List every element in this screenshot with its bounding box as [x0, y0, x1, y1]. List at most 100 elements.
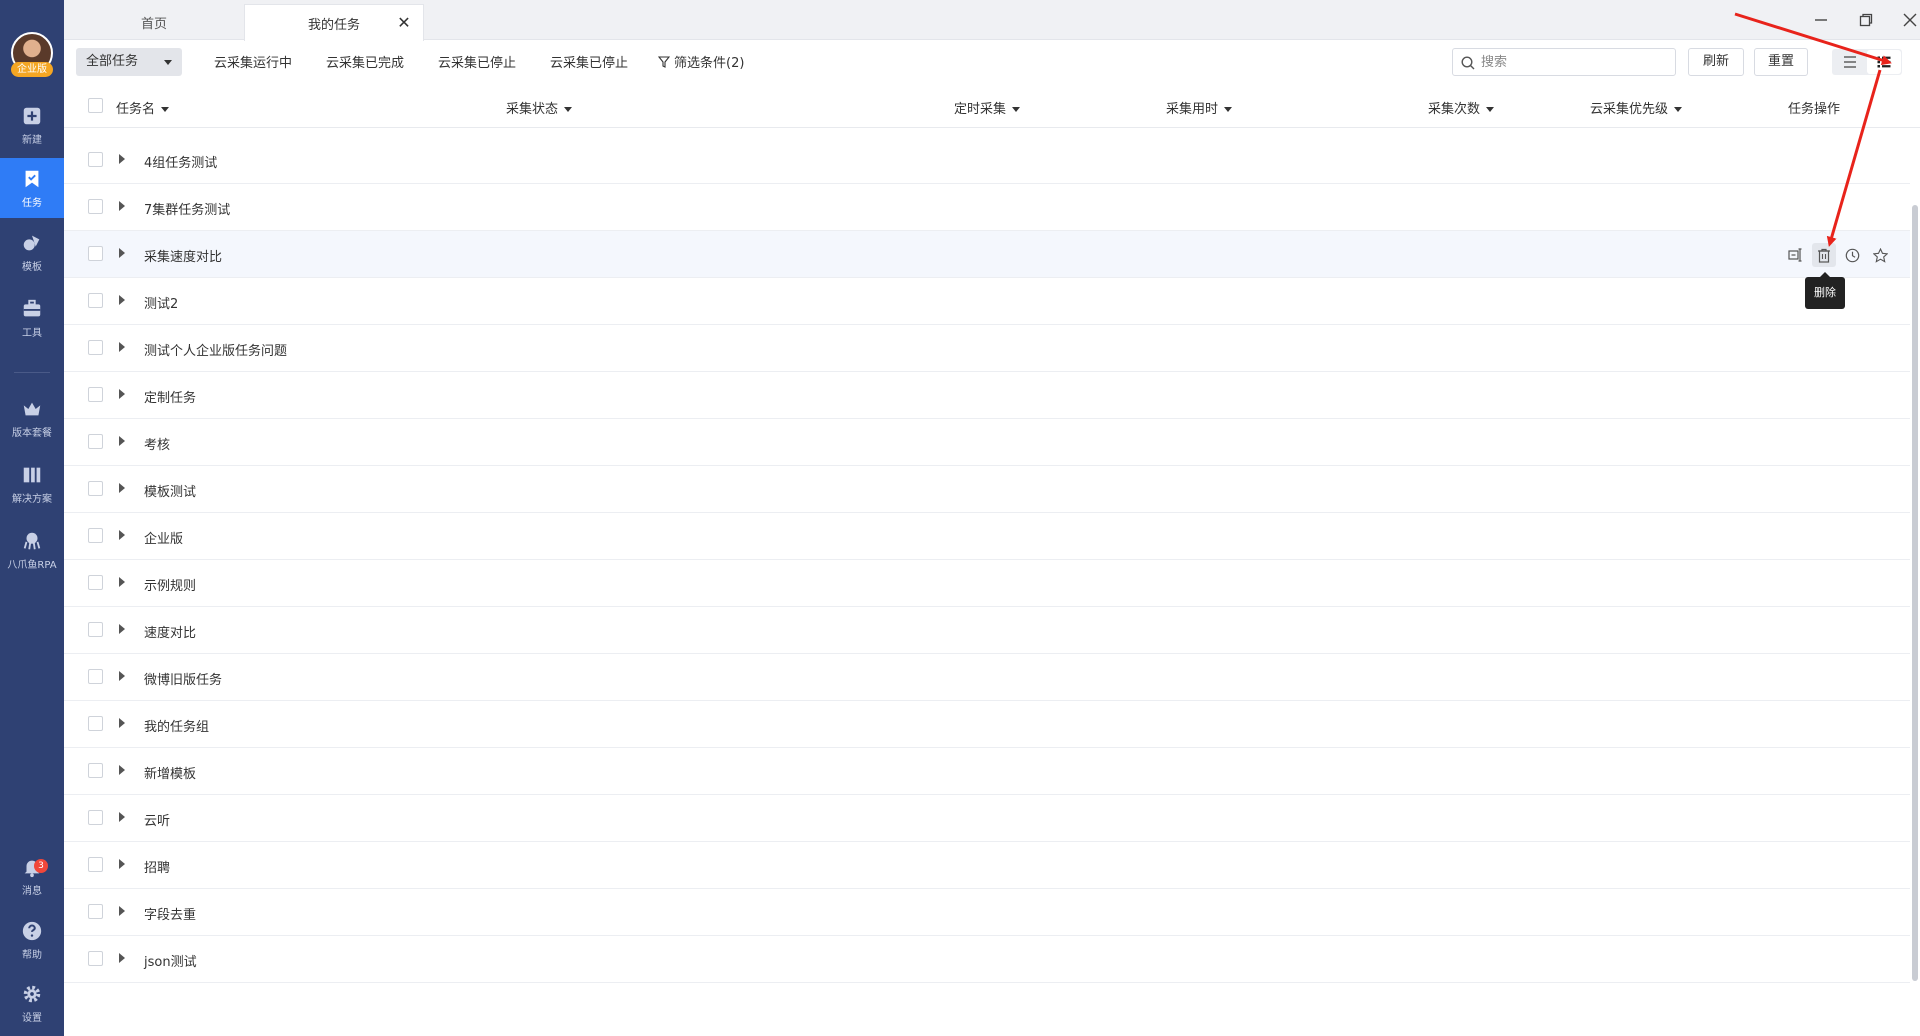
- row-checkbox[interactable]: [88, 199, 103, 214]
- row-checkbox[interactable]: [88, 763, 103, 778]
- column-header-status[interactable]: 采集状态: [506, 98, 573, 117]
- expand-icon[interactable]: [119, 577, 125, 587]
- expand-icon[interactable]: [119, 201, 125, 211]
- sidebar-item-tasks[interactable]: 任务: [0, 158, 64, 218]
- filter-conditions-button[interactable]: 筛选条件(2): [657, 52, 744, 71]
- expand-icon[interactable]: [119, 248, 125, 258]
- expand-icon[interactable]: [119, 906, 125, 916]
- star-icon[interactable]: [1868, 243, 1892, 267]
- row-checkbox[interactable]: [88, 575, 103, 590]
- task-name[interactable]: 模板测试: [144, 481, 196, 500]
- row-checkbox[interactable]: [88, 246, 103, 261]
- expand-icon[interactable]: [119, 765, 125, 775]
- table-row[interactable]: 我的任务组: [64, 701, 1910, 748]
- expand-icon[interactable]: [119, 295, 125, 305]
- row-checkbox[interactable]: [88, 904, 103, 919]
- expand-icon[interactable]: [119, 718, 125, 728]
- expand-icon[interactable]: [119, 483, 125, 493]
- window-close-icon[interactable]: [1898, 8, 1920, 32]
- sidebar-item-new[interactable]: 新建: [0, 95, 64, 155]
- row-checkbox[interactable]: [88, 152, 103, 167]
- task-name[interactable]: 考核: [144, 434, 170, 453]
- table-row[interactable]: 4组任务测试: [64, 137, 1910, 184]
- expand-icon[interactable]: [119, 530, 125, 540]
- sidebar-item-messages[interactable]: 消息: [0, 846, 64, 906]
- task-name[interactable]: 测试个人企业版任务问题: [144, 340, 287, 359]
- table-row[interactable]: 考核: [64, 419, 1910, 466]
- task-name[interactable]: 采集速度对比: [144, 246, 222, 265]
- list-view-icon[interactable]: [1833, 50, 1867, 74]
- table-row[interactable]: 7集群任务测试: [64, 184, 1910, 231]
- minimize-icon[interactable]: [1809, 8, 1833, 32]
- table-row[interactable]: 采集速度对比: [64, 231, 1910, 278]
- row-checkbox[interactable]: [88, 716, 103, 731]
- table-row[interactable]: 新增模板: [64, 748, 1910, 795]
- expand-icon[interactable]: [119, 953, 125, 963]
- column-header-count[interactable]: 采集次数: [1428, 98, 1495, 117]
- tab-home[interactable]: 首页: [64, 4, 244, 40]
- task-name[interactable]: 示例规则: [144, 575, 196, 594]
- row-checkbox[interactable]: [88, 857, 103, 872]
- task-filter-select[interactable]: 全部任务: [76, 48, 182, 76]
- task-name[interactable]: 云听: [144, 810, 170, 829]
- search-input[interactable]: [1481, 52, 1667, 72]
- row-checkbox[interactable]: [88, 481, 103, 496]
- task-name[interactable]: 7集群任务测试: [144, 199, 230, 218]
- filter-cloud-running[interactable]: 云采集运行中: [214, 52, 292, 71]
- sidebar-item-help[interactable]: 帮助: [0, 910, 64, 970]
- task-name[interactable]: 4组任务测试: [144, 152, 217, 171]
- sidebar-item-solutions[interactable]: 解决方案: [0, 454, 64, 514]
- expand-icon[interactable]: [119, 389, 125, 399]
- task-name[interactable]: json测试: [144, 951, 197, 970]
- task-name[interactable]: 企业版: [144, 528, 183, 547]
- row-checkbox[interactable]: [88, 528, 103, 543]
- filter-cloud-completed[interactable]: 云采集已完成: [326, 52, 404, 71]
- task-name[interactable]: 速度对比: [144, 622, 196, 641]
- filter-cloud-stopped-2[interactable]: 云采集已停止: [550, 52, 628, 71]
- task-name[interactable]: 新增模板: [144, 763, 196, 782]
- column-header-duration[interactable]: 采集用时: [1166, 98, 1233, 117]
- row-checkbox[interactable]: [88, 340, 103, 355]
- row-checkbox[interactable]: [88, 951, 103, 966]
- expand-icon[interactable]: [119, 436, 125, 446]
- row-checkbox[interactable]: [88, 810, 103, 825]
- task-name[interactable]: 测试2: [144, 293, 178, 312]
- sidebar-item-rpa[interactable]: 八爪鱼RPA: [0, 520, 64, 580]
- table-row[interactable]: 定制任务: [64, 372, 1910, 419]
- vertical-scrollbar[interactable]: [1912, 205, 1918, 981]
- column-header-schedule[interactable]: 定时采集: [954, 98, 1021, 117]
- reset-button[interactable]: 重置: [1754, 48, 1808, 76]
- table-row[interactable]: 测试2: [64, 278, 1910, 325]
- sidebar-item-templates[interactable]: 模板: [0, 222, 64, 282]
- expand-icon[interactable]: [119, 671, 125, 681]
- rename-icon[interactable]: [1784, 243, 1808, 267]
- row-checkbox[interactable]: [88, 434, 103, 449]
- table-row[interactable]: 示例规则: [64, 560, 1910, 607]
- restore-icon[interactable]: [1854, 8, 1878, 32]
- table-row[interactable]: 微博旧版任务: [64, 654, 1910, 701]
- table-row[interactable]: 测试个人企业版任务问题: [64, 325, 1910, 372]
- task-name[interactable]: 微博旧版任务: [144, 669, 222, 688]
- row-checkbox[interactable]: [88, 622, 103, 637]
- expand-icon[interactable]: [119, 859, 125, 869]
- table-row[interactable]: json测试: [64, 936, 1910, 983]
- filter-cloud-stopped[interactable]: 云采集已停止: [438, 52, 516, 71]
- select-all-checkbox[interactable]: [88, 98, 103, 113]
- table-row[interactable]: 字段去重: [64, 889, 1910, 936]
- task-name[interactable]: 定制任务: [144, 387, 196, 406]
- sidebar-item-tools[interactable]: 工具: [0, 288, 64, 348]
- close-icon[interactable]: ✕: [397, 15, 411, 31]
- column-header-priority[interactable]: 云采集优先级: [1590, 98, 1683, 117]
- task-name[interactable]: 字段去重: [144, 904, 196, 923]
- column-header-name[interactable]: 任务名: [116, 98, 170, 117]
- table-row[interactable]: 速度对比: [64, 607, 1910, 654]
- search-box[interactable]: [1452, 48, 1676, 76]
- group-view-icon[interactable]: [1867, 50, 1901, 74]
- table-row[interactable]: 云听: [64, 795, 1910, 842]
- tab-my-tasks[interactable]: 我的任务 ✕: [244, 4, 424, 41]
- table-row[interactable]: 企业版: [64, 513, 1910, 560]
- clock-icon[interactable]: [1840, 243, 1864, 267]
- expand-icon[interactable]: [119, 342, 125, 352]
- row-checkbox[interactable]: [88, 387, 103, 402]
- expand-icon[interactable]: [119, 624, 125, 634]
